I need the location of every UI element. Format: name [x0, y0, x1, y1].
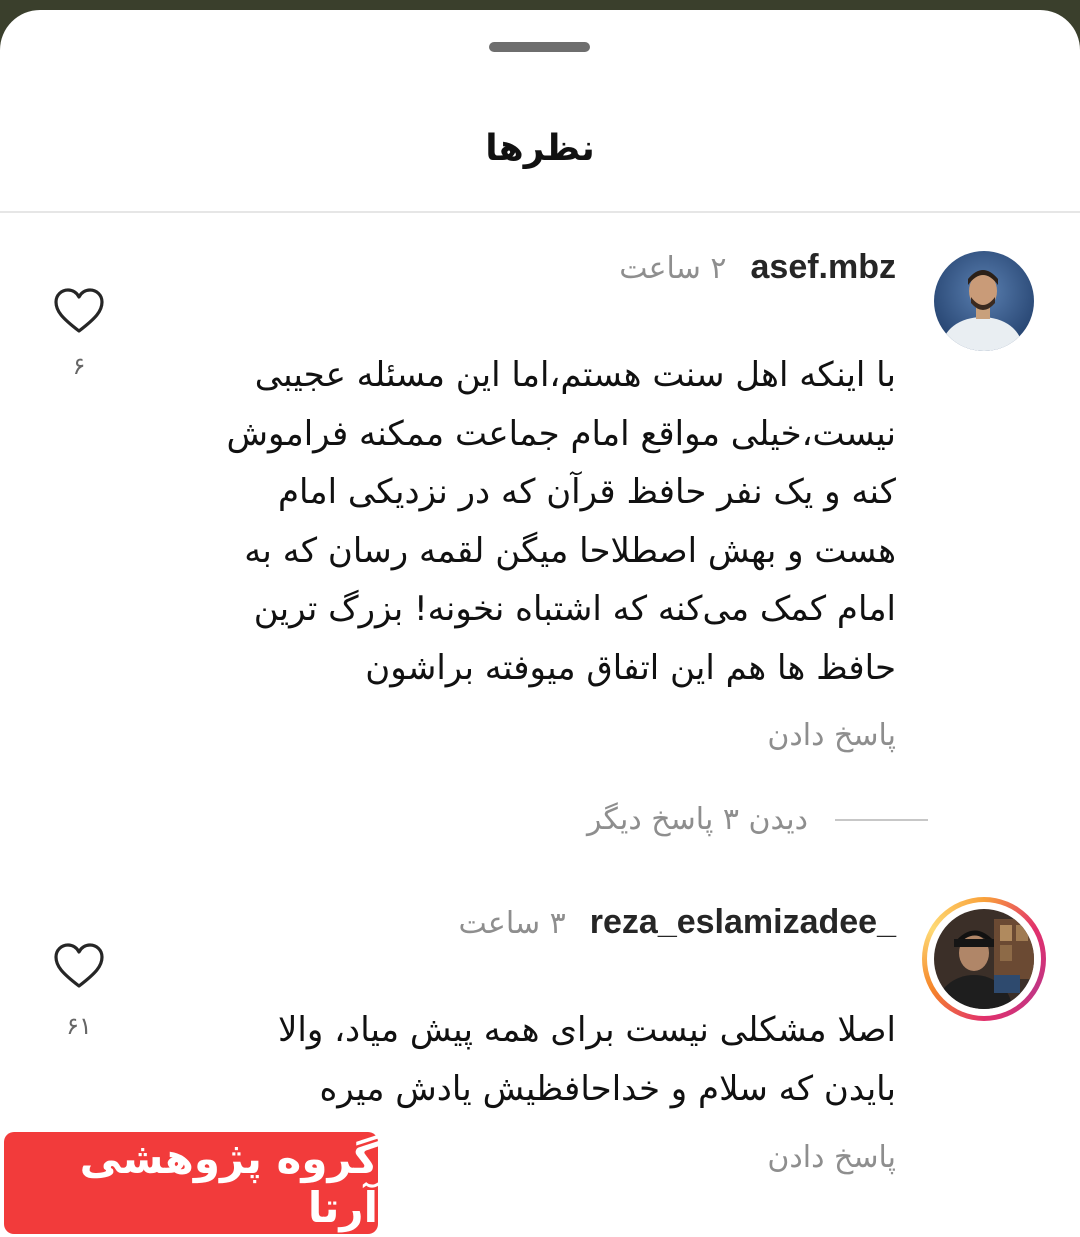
avatar-story-ring[interactable]: [922, 897, 1046, 1021]
username[interactable]: _reza_eslamizadee: [590, 903, 896, 942]
view-replies-button[interactable]: دیدن ۳ پاسخ دیگر: [587, 802, 808, 837]
comment-meta: asef.mbz ۲ ساعت: [619, 248, 896, 292]
timestamp: ۳ ساعت: [458, 906, 566, 941]
avatar-image: [934, 251, 1034, 351]
replies-divider-line: [835, 819, 928, 821]
header-divider: [0, 211, 1080, 213]
like-button[interactable]: [52, 942, 106, 990]
timestamp: ۲ ساعت: [619, 251, 727, 286]
avatar-image: [934, 909, 1034, 1009]
like-count: ۶: [72, 352, 86, 380]
reply-button[interactable]: پاسخ دادن: [767, 718, 896, 753]
heart-icon: [54, 288, 104, 333]
watermark-logo: گروه پژوهشی آرتا: [4, 1132, 378, 1234]
username[interactable]: asef.mbz: [751, 248, 897, 287]
sheet-title: نظرها: [485, 128, 595, 169]
avatar[interactable]: [934, 251, 1034, 351]
comment-meta: _reza_eslamizadee ۳ ساعت: [458, 903, 896, 947]
like-count: ۶۱: [66, 1012, 92, 1040]
like-button[interactable]: [52, 287, 106, 335]
comment-text: با اینکه اهل سنت هستم،اما این مسئله عجیب…: [226, 355, 896, 688]
heart-icon: [54, 943, 104, 988]
drag-handle[interactable]: [489, 42, 590, 52]
reply-button[interactable]: پاسخ دادن: [767, 1140, 896, 1175]
comment-text: اصلا مشکلی نیست برای همه پیش میاد، والا …: [278, 1010, 896, 1109]
